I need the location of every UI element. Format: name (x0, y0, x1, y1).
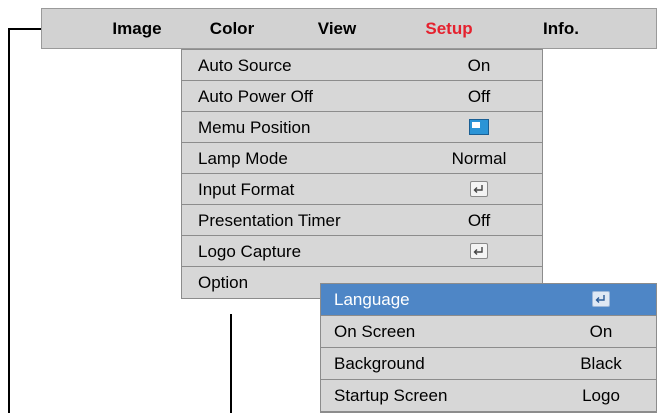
connector-line-option-vertical (230, 314, 232, 413)
menu-item-label: Auto Source (198, 56, 292, 75)
menu-position-icon (469, 118, 489, 135)
menu-item-presentation-timer[interactable]: Presentation Timer Off (182, 205, 542, 236)
connector-line-left-vertical (8, 28, 10, 413)
menu-item-label: Memu Position (198, 118, 311, 137)
menu-item-auto-power-off[interactable]: Auto Power Off Off (182, 81, 542, 112)
menu-item-value: On (467, 56, 491, 75)
option-item-background[interactable]: Background Black (321, 348, 656, 380)
option-item-value: Black (580, 354, 622, 373)
enter-icon (592, 290, 610, 307)
option-item-label: Startup Screen (334, 386, 448, 405)
setup-submenu: Auto Source On Auto Power Off Off Memu P… (181, 49, 543, 299)
menu-item-label: Presentation Timer (198, 211, 341, 230)
menu-item-value: Normal (451, 149, 507, 168)
menu-item-label: Auto Power Off (198, 87, 313, 106)
menu-item-value: Off (467, 87, 491, 106)
tab-setup[interactable]: Setup (399, 9, 499, 48)
option-item-on-screen[interactable]: On Screen On (321, 316, 656, 348)
option-item-label: Language (334, 290, 410, 309)
tab-color[interactable]: Color (182, 9, 282, 48)
menu-item-value (418, 236, 540, 267)
option-submenu: Language On Screen On Background Black S… (320, 283, 657, 413)
connector-line-left-horizontal (8, 28, 41, 30)
option-item-value: On (589, 322, 613, 341)
enter-icon (470, 180, 488, 197)
menu-item-value: Off (467, 211, 491, 230)
menu-item-lamp-mode[interactable]: Lamp Mode Normal (182, 143, 542, 174)
menu-item-label: Option (198, 273, 249, 292)
tab-image[interactable]: Image (87, 9, 187, 48)
menu-item-logo-capture[interactable]: Logo Capture (182, 236, 542, 267)
option-item-startup-screen[interactable]: Startup Screen Logo (321, 380, 656, 412)
option-item-value: Logo (582, 386, 620, 405)
option-item-value (551, 284, 651, 316)
option-item-label: Background (334, 354, 425, 373)
tab-view[interactable]: View (287, 9, 387, 48)
option-item-label: On Screen (334, 322, 416, 341)
top-menu-bar: Image Color View Setup Info. (41, 8, 657, 49)
menu-item-value (418, 112, 540, 143)
menu-item-menu-position[interactable]: Memu Position (182, 112, 542, 143)
enter-icon (470, 242, 488, 259)
option-item-language[interactable]: Language (321, 284, 656, 316)
menu-item-input-format[interactable]: Input Format (182, 174, 542, 205)
menu-item-label: Logo Capture (198, 242, 302, 261)
menu-item-label: Lamp Mode (198, 149, 288, 168)
menu-item-label: Input Format (198, 180, 295, 199)
menu-item-auto-source[interactable]: Auto Source On (182, 50, 542, 81)
menu-item-value (418, 174, 540, 205)
tab-info[interactable]: Info. (511, 9, 611, 48)
